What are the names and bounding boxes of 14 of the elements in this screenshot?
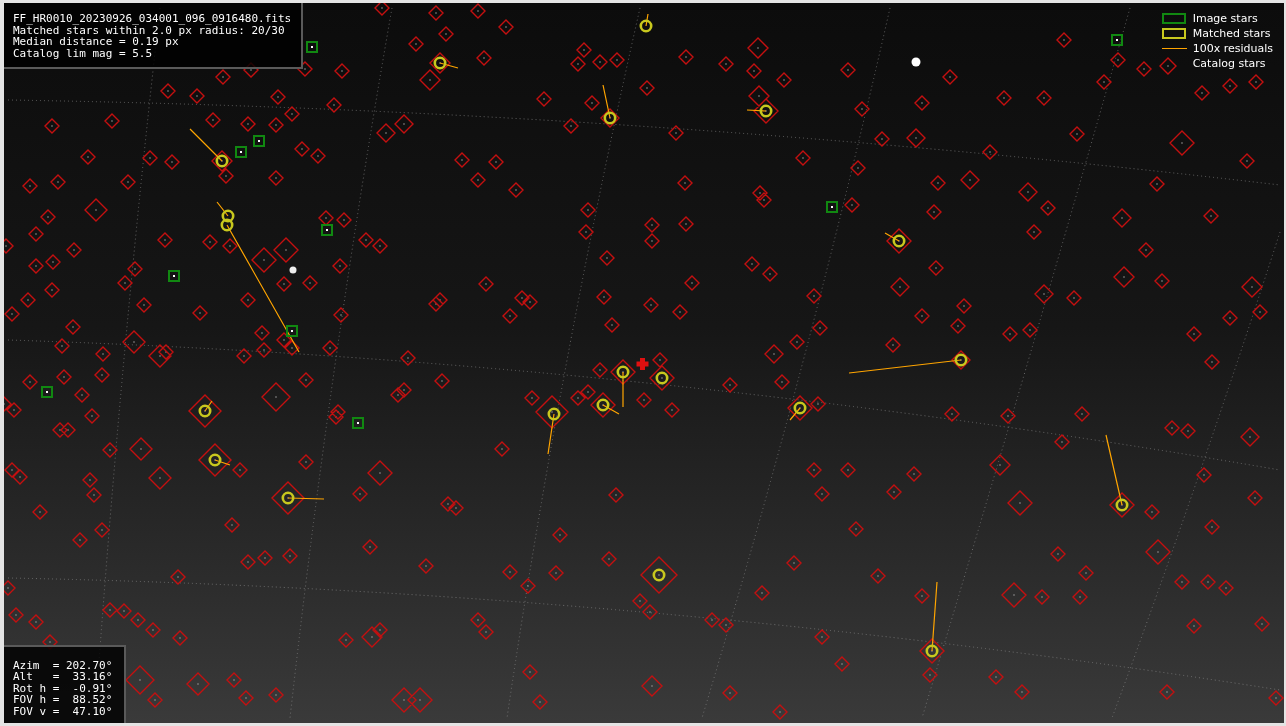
pointing-text: Rot h = -0.91° — [13, 682, 113, 694]
info-text: FF_HR0010_20230926_034001_096_0916480.fits — [13, 13, 292, 25]
legend-label: Image stars — [1192, 12, 1258, 25]
info-text: Matched stars within 2.0 px radius: 20/30 — [13, 24, 285, 36]
pointing-text: FOV v = 47.10° — [13, 705, 113, 717]
pointing-text: FOV h = 88.52° — [13, 694, 113, 706]
info-text: Catalog lim mag = 5.5 — [13, 47, 153, 59]
legend-label: Catalog stars — [1192, 57, 1266, 70]
legend-label: 100x residuals — [1192, 42, 1273, 55]
pointing-text: Azim = 202.70° — [13, 659, 113, 671]
legend-label: Matched stars — [1192, 27, 1271, 40]
pointing-text: Alt = 33.16° — [13, 671, 113, 683]
center-cross-icon — [636, 358, 649, 370]
info-text: Median distance = 0.19 px — [13, 36, 179, 48]
